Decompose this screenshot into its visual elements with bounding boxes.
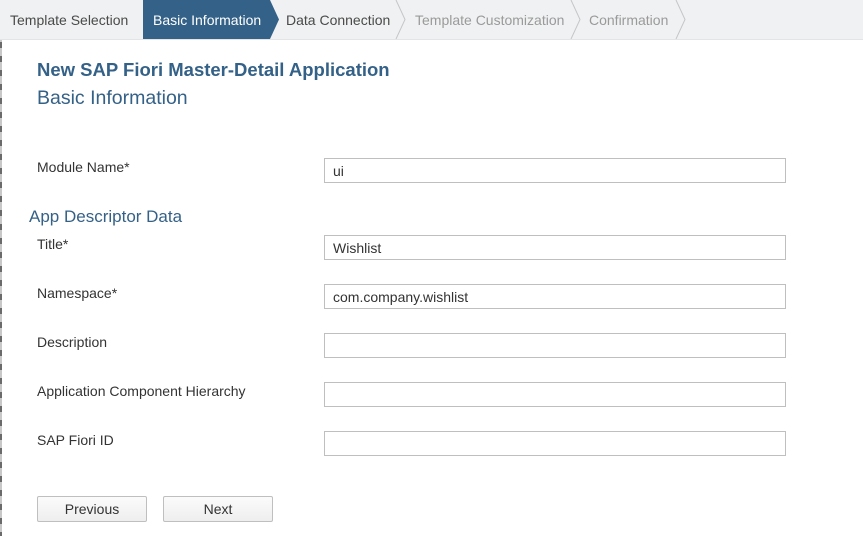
next-button[interactable]: Next [163, 496, 273, 522]
window-edge [0, 0, 2, 536]
app-descriptor-section-title: App Descriptor Data [29, 207, 183, 226]
description-input[interactable] [324, 333, 786, 358]
wizard-step-data-connection[interactable]: Data Connection [286, 0, 390, 39]
fiori-id-input[interactable] [324, 431, 786, 456]
module-name-input[interactable] [324, 158, 786, 183]
wizard-step-template-selection[interactable]: Template Selection [10, 0, 128, 39]
title-label: Title* [37, 236, 69, 252]
namespace-input[interactable] [324, 284, 786, 309]
chevron-separator-icon [675, 0, 686, 39]
namespace-label: Namespace* [37, 285, 118, 301]
module-name-label: Module Name* [37, 159, 130, 175]
page-title: New SAP Fiori Master-Detail Application [37, 59, 390, 80]
wizard-step-confirmation: Confirmation [589, 12, 669, 28]
component-hierarchy-label: Application Component Hierarchy [37, 383, 246, 399]
chevron-separator-icon [570, 0, 581, 39]
previous-button[interactable]: Previous [37, 496, 147, 522]
title-input[interactable] [324, 235, 786, 260]
component-hierarchy-input[interactable] [324, 382, 786, 407]
chevron-separator-icon [395, 0, 406, 39]
wizard-roadmap: Template Selection Basic Information Dat… [0, 0, 863, 40]
page-subtitle: Basic Information [37, 87, 188, 109]
wizard-step-basic-information[interactable]: Basic Information [153, 0, 261, 39]
description-label: Description [37, 334, 108, 350]
fiori-id-label: SAP Fiori ID [37, 432, 114, 448]
wizard-step-template-customization: Template Customization [415, 12, 565, 28]
